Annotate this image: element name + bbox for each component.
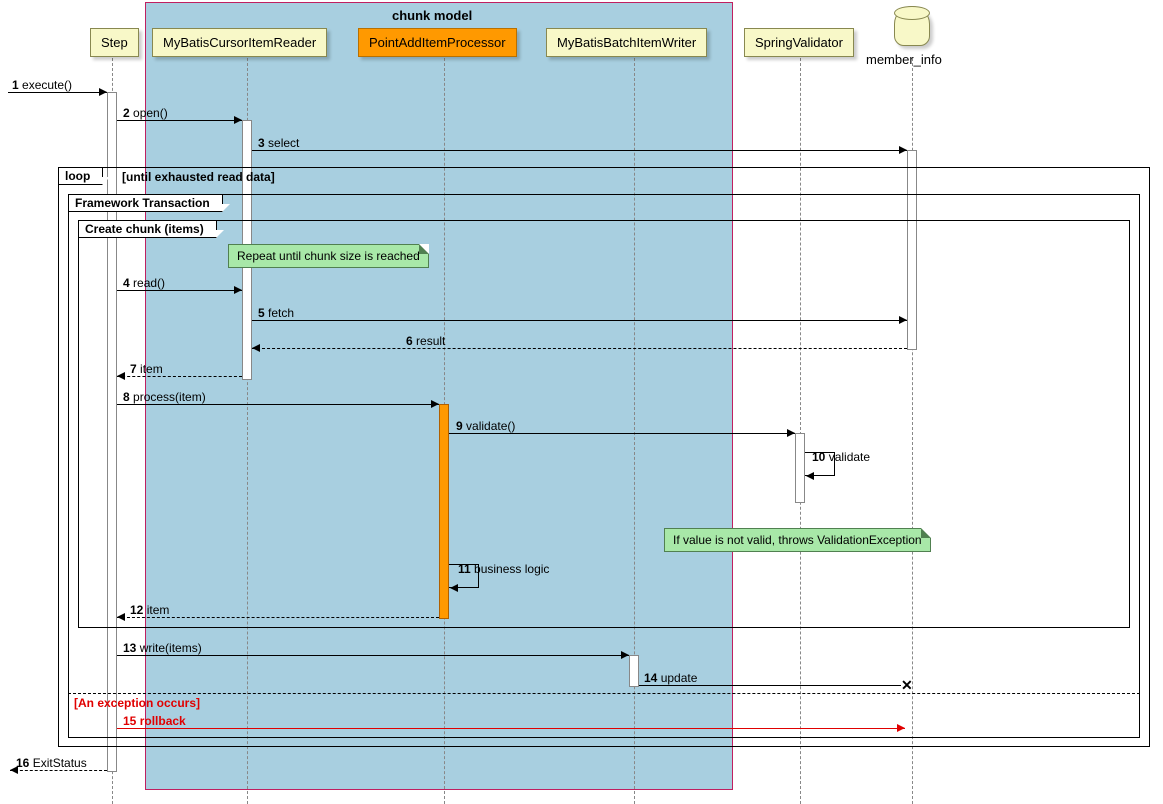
arrow-item12 bbox=[117, 617, 439, 618]
chunk-model-title: chunk model bbox=[392, 8, 472, 23]
arrowhead-10 bbox=[806, 472, 814, 480]
arrowhead-1 bbox=[99, 88, 107, 96]
arrow-open bbox=[117, 120, 242, 121]
sequence-diagram: chunk model Step MyBatisCursorItemReader… bbox=[0, 0, 1163, 804]
note-repeat: Repeat until chunk size is reached bbox=[228, 244, 429, 268]
msg-16: 16 ExitStatus bbox=[16, 756, 87, 770]
arrow-result bbox=[252, 348, 907, 349]
arrow-write bbox=[117, 655, 629, 656]
msg-4: 4 read() bbox=[123, 276, 165, 290]
arrowhead-15 bbox=[897, 724, 905, 732]
fragment-tx-label: Framework Transaction bbox=[69, 195, 223, 212]
msg-5: 5 fetch bbox=[258, 306, 294, 320]
arrow-validate9 bbox=[449, 433, 795, 434]
msg-3: 3 select bbox=[258, 136, 299, 150]
fragment-chunk: Create chunk (items) bbox=[78, 220, 1130, 628]
arrowhead-3 bbox=[899, 146, 907, 154]
arrowhead-12 bbox=[117, 613, 125, 621]
arrow-exitstatus bbox=[10, 770, 107, 771]
fragment-loop-label: loop bbox=[59, 168, 103, 185]
fragment-chunk-label: Create chunk (items) bbox=[79, 221, 217, 238]
participant-processor: PointAddItemProcessor bbox=[358, 28, 517, 57]
msg-10: 10 validate bbox=[812, 450, 870, 464]
participant-database: member_info bbox=[894, 6, 930, 46]
msg-13: 13 write(items) bbox=[123, 641, 202, 655]
arrowhead-5 bbox=[899, 316, 907, 324]
arrow-item7 bbox=[117, 376, 242, 377]
arrowhead-9 bbox=[787, 429, 795, 437]
participant-step: Step bbox=[90, 28, 139, 57]
guard-exception: [An exception occurs] bbox=[74, 696, 200, 710]
arrow-fetch bbox=[252, 320, 907, 321]
fragment-loop-cond: [until exhausted read data] bbox=[122, 170, 275, 184]
msg-1: 1 execute() bbox=[12, 78, 72, 92]
arrowhead-2 bbox=[234, 116, 242, 124]
arrowhead-6 bbox=[252, 344, 260, 352]
msg-7: 7 item bbox=[130, 362, 163, 376]
arrowhead-7 bbox=[117, 372, 125, 380]
arrow-update bbox=[639, 685, 901, 686]
note-invalid: If value is not valid, throws Validation… bbox=[664, 528, 931, 552]
arrow-read bbox=[117, 290, 242, 291]
arrow-process bbox=[117, 404, 439, 405]
x-end-14: ✕ bbox=[901, 677, 913, 694]
arrow-execute bbox=[8, 92, 107, 93]
participant-writer: MyBatisBatchItemWriter bbox=[546, 28, 707, 57]
msg-11: 11 business logic bbox=[458, 562, 549, 576]
guard-separator bbox=[68, 693, 1140, 694]
database-label: member_info bbox=[866, 52, 942, 67]
msg-2: 2 open() bbox=[123, 106, 168, 120]
msg-9: 9 validate() bbox=[456, 419, 515, 433]
arrow-select bbox=[252, 150, 907, 151]
msg-12: 12 item bbox=[130, 603, 169, 617]
arrowhead-8 bbox=[431, 400, 439, 408]
arrow-rollback bbox=[117, 728, 905, 729]
arrowhead-11 bbox=[450, 584, 458, 592]
participant-validator: SpringValidator bbox=[744, 28, 854, 57]
msg-15: 15 rollback bbox=[123, 714, 186, 728]
msg-14: 14 update bbox=[644, 671, 697, 685]
participant-reader: MyBatisCursorItemReader bbox=[152, 28, 327, 57]
arrowhead-13 bbox=[621, 651, 629, 659]
msg-6: 6 result bbox=[406, 334, 445, 348]
msg-8: 8 process(item) bbox=[123, 390, 206, 404]
arrowhead-4 bbox=[234, 286, 242, 294]
